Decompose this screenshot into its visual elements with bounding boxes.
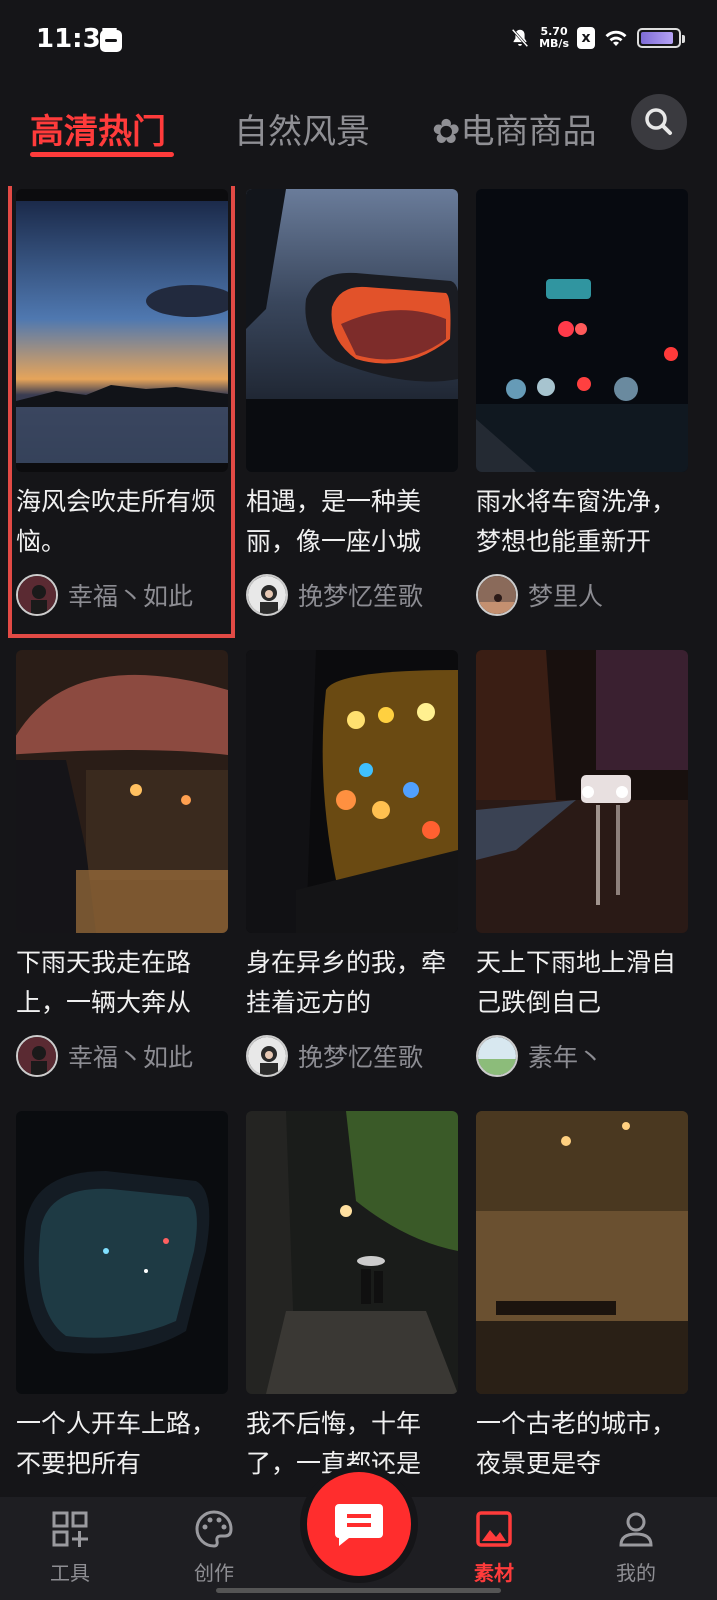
search-button[interactable] (631, 94, 687, 150)
search-icon (645, 108, 672, 135)
card-caption: 海风会吹走所有烦恼。 (16, 487, 217, 556)
chat-icon (335, 1504, 383, 1546)
nav-profile[interactable]: 我的 (586, 1509, 686, 1586)
card-author[interactable]: 素年丶 (476, 1035, 688, 1077)
category-tabs: 高清热门 自然风景 ✿电商商品 (0, 90, 717, 164)
card-thumbnail[interactable] (16, 189, 228, 472)
card-thumbnail[interactable] (16, 650, 228, 933)
status-bar: 11:37 5.70 MB/s x (0, 0, 717, 84)
card-thumbnail[interactable] (16, 1111, 228, 1394)
avatar (16, 1035, 58, 1077)
nav-create[interactable]: 创作 (164, 1509, 264, 1586)
card-author[interactable]: 幸福丶如此 (16, 1035, 228, 1077)
material-grid: 海风会吹走所有烦恼。 幸福丶如此 相遇，是一种美丽，像一座小城 挽梦忆笙歌 雨水… (0, 186, 717, 1496)
tab-ecommerce-products[interactable]: ✿电商商品 (432, 104, 597, 153)
card-caption: 下雨天我走在路上，一辆大奔从 (16, 948, 192, 1017)
nav-tools-label: 工具 (50, 1561, 90, 1585)
material-card[interactable]: 相遇，是一种美丽，像一座小城 挽梦忆笙歌 (246, 189, 458, 616)
status-icons: 5.70 MB/s x (509, 26, 685, 50)
card-thumbnail[interactable] (246, 189, 458, 472)
author-name: 挽梦忆笙歌 (298, 582, 424, 611)
tab-hd-hot[interactable]: 高清热门 (30, 104, 166, 153)
card-author[interactable]: 幸福丶如此 (16, 574, 228, 616)
material-card[interactable]: 天上下雨地上滑自己跌倒自己 素年丶 (476, 650, 688, 1077)
palette-icon (195, 1510, 233, 1548)
material-card[interactable]: 身在异乡的我，牵挂着远方的 挽梦忆笙歌 (246, 650, 458, 1077)
material-card[interactable]: 一个古老的城市，夜景更是夺 (476, 1111, 688, 1484)
mute-bell-icon (511, 28, 529, 48)
active-tab-indicator (30, 152, 174, 157)
author-name: 挽梦忆笙歌 (298, 1043, 424, 1072)
chat-fab-button[interactable] (307, 1472, 411, 1576)
avatar (246, 574, 288, 616)
nav-create-label: 创作 (194, 1561, 234, 1585)
avatar (246, 1035, 288, 1077)
network-speed-unit: MB/s (539, 37, 569, 50)
image-icon (476, 1511, 512, 1547)
tab-nature-scenery[interactable]: 自然风景 (234, 104, 370, 153)
nav-tools[interactable]: 工具 (20, 1509, 120, 1586)
card-caption: 一个人开车上路，不要把所有 (16, 1409, 217, 1478)
wifi-icon (605, 30, 627, 46)
card-author[interactable]: 梦里人 (476, 574, 688, 616)
author-name: 幸福丶如此 (68, 1043, 194, 1072)
author-name: 幸福丶如此 (68, 582, 194, 611)
card-caption: 一个古老的城市，夜景更是夺 (476, 1409, 677, 1478)
card-author[interactable]: 挽梦忆笙歌 (246, 1035, 458, 1077)
material-card[interactable]: 雨水将车窗洗净，梦想也能重新开 梦里人 (476, 189, 688, 616)
avatar (476, 574, 518, 616)
x-app-icon: x (577, 27, 595, 49)
message-notification-icon (100, 30, 122, 52)
avatar (476, 1035, 518, 1077)
network-speed: 5.70 MB/s (539, 26, 569, 50)
nav-materials-label: 素材 (474, 1561, 514, 1585)
author-name: 素年丶 (528, 1043, 604, 1072)
material-card[interactable]: 我不后悔，十年了，一直都还是 (246, 1111, 458, 1484)
nav-profile-label: 我的 (616, 1561, 656, 1585)
material-card[interactable]: 海风会吹走所有烦恼。 幸福丶如此 (16, 189, 228, 616)
card-thumbnail[interactable] (476, 1111, 688, 1394)
material-card[interactable]: 下雨天我走在路上，一辆大奔从 幸福丶如此 (16, 650, 228, 1077)
nav-materials[interactable]: 素材 (444, 1509, 544, 1586)
card-thumbnail[interactable] (476, 650, 688, 933)
card-caption: 雨水将车窗洗净，梦想也能重新开 (476, 487, 677, 556)
card-caption: 身在异乡的我，牵挂着远方的 (246, 948, 447, 1017)
card-caption: 相遇，是一种美丽，像一座小城 (246, 487, 422, 556)
battery-icon (637, 28, 685, 48)
card-thumbnail[interactable] (246, 1111, 458, 1394)
card-thumbnail[interactable] (476, 189, 688, 472)
avatar (16, 574, 58, 616)
grid-plus-icon (52, 1511, 88, 1547)
author-name: 梦里人 (528, 582, 604, 611)
card-caption: 天上下雨地上滑自己跌倒自己 (476, 948, 677, 1017)
user-icon (619, 1512, 653, 1547)
material-card[interactable]: 一个人开车上路，不要把所有 (16, 1111, 228, 1484)
card-thumbnail[interactable] (246, 650, 458, 933)
card-author[interactable]: 挽梦忆笙歌 (246, 574, 458, 616)
home-indicator[interactable] (216, 1588, 501, 1593)
